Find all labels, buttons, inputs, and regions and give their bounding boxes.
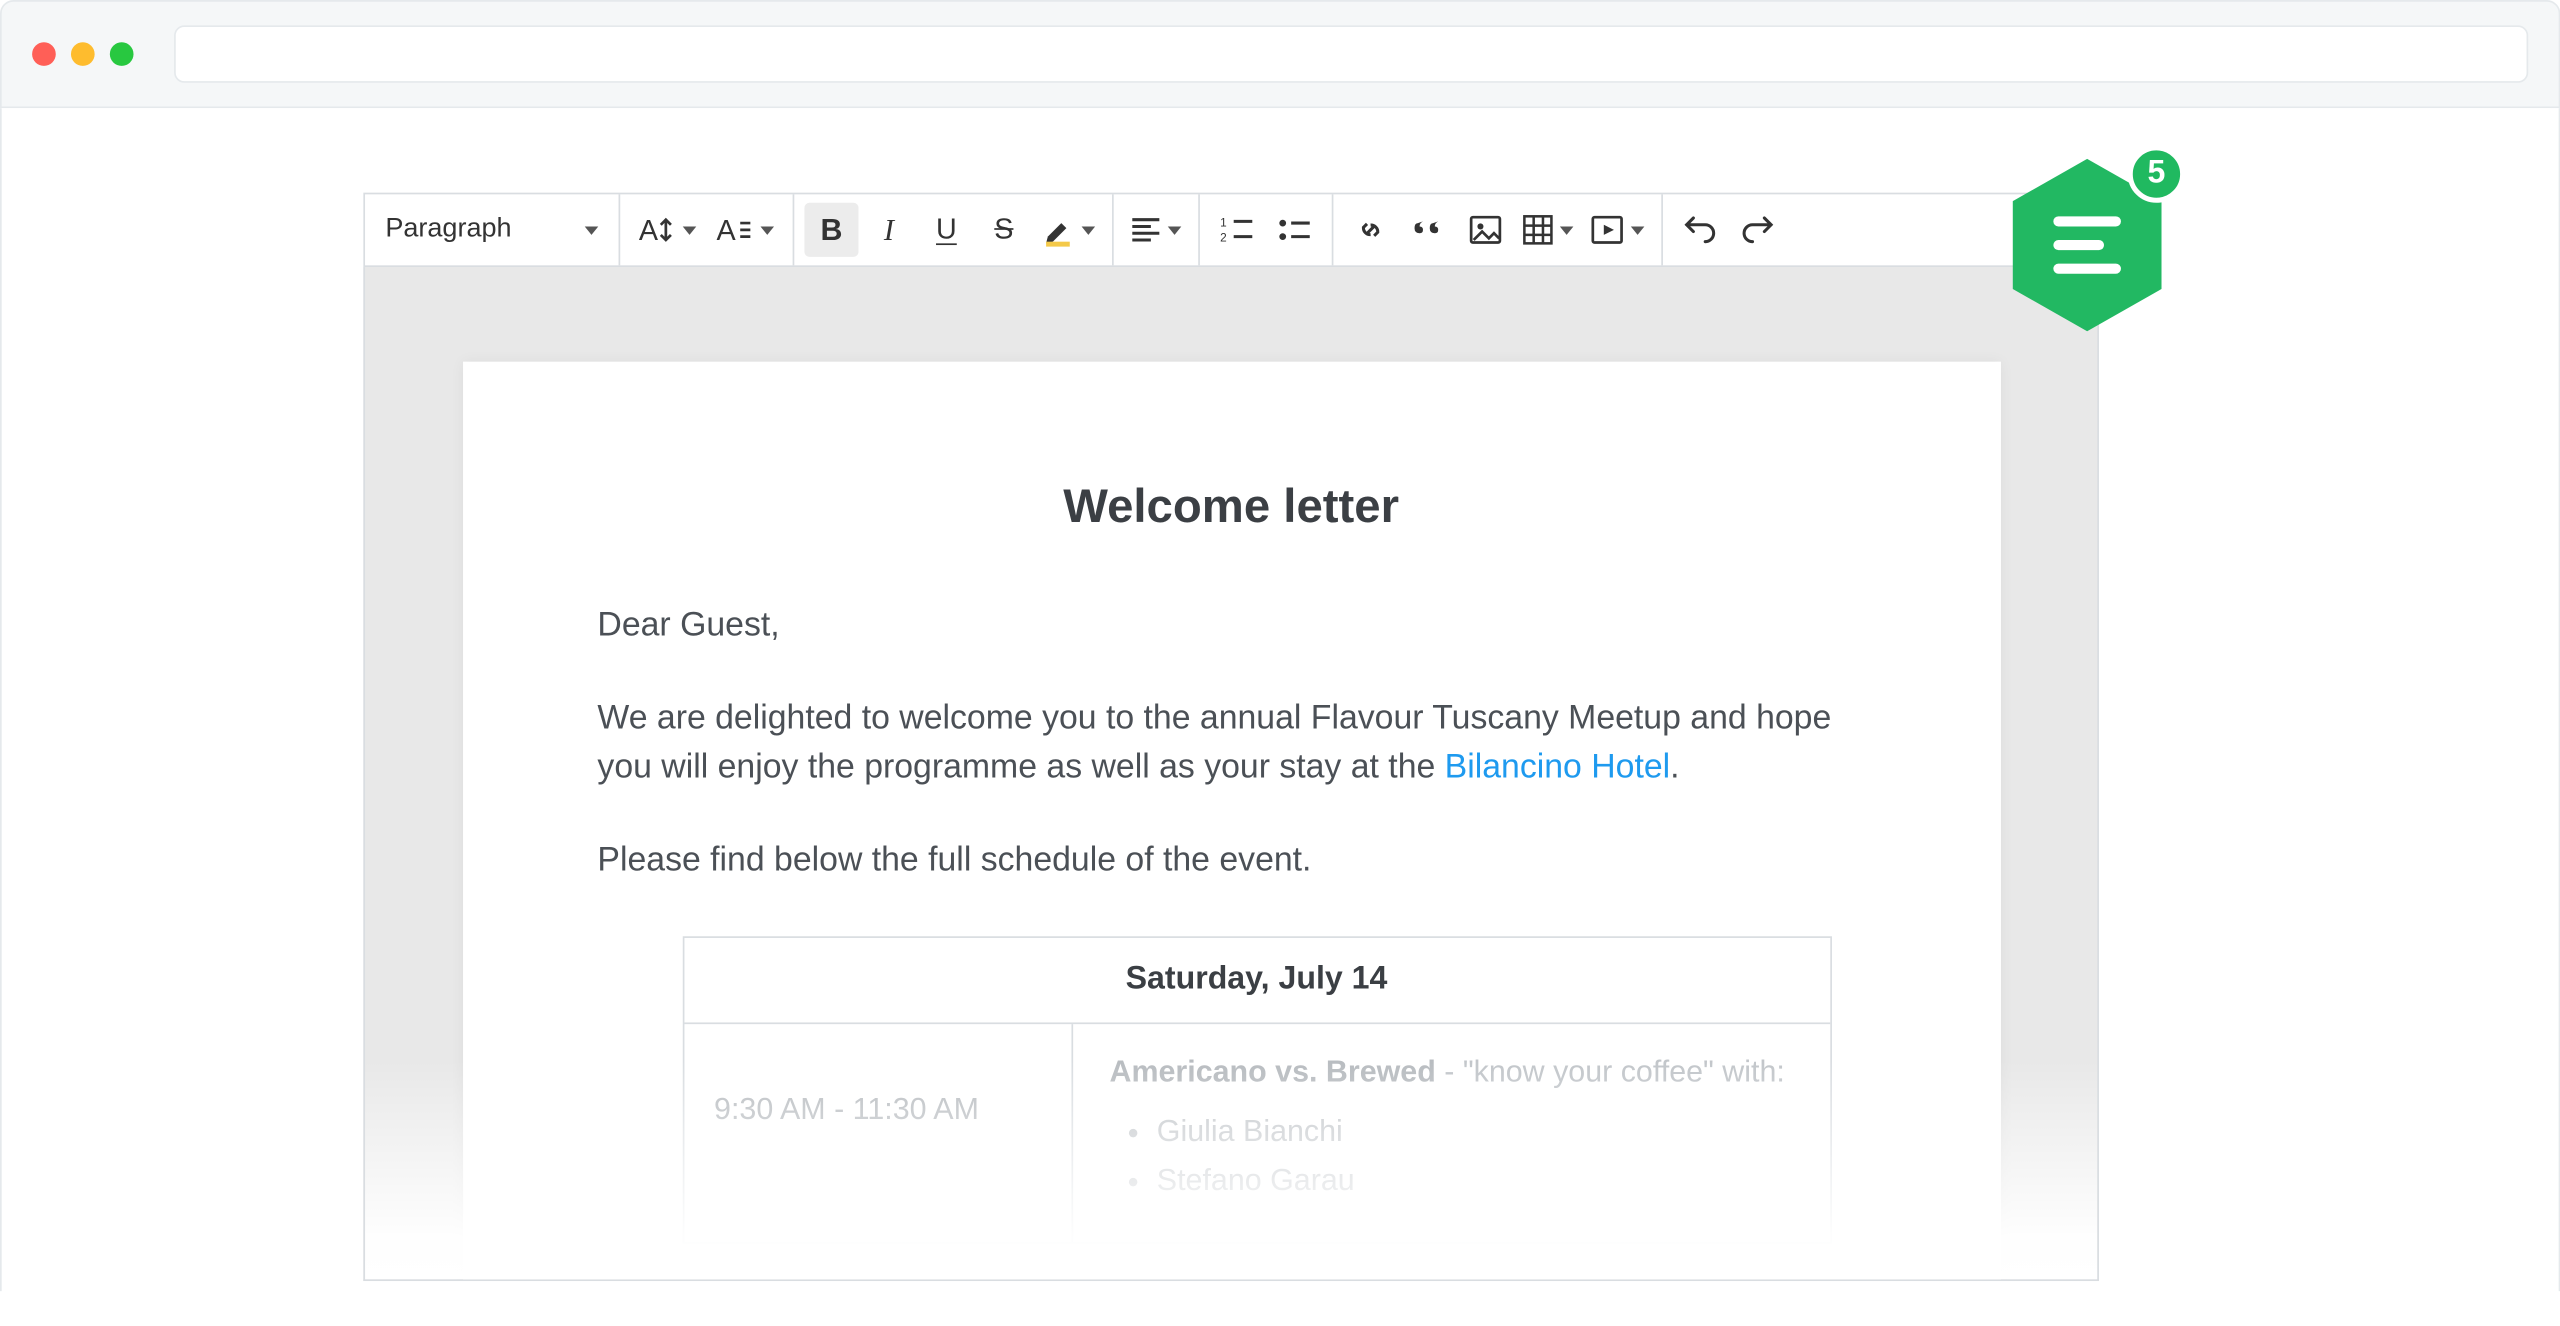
speaker-item[interactable]: Giulia Bianchi <box>1157 1114 1792 1149</box>
media-icon <box>1590 215 1624 245</box>
editor: Paragraph A A <box>363 193 2099 1281</box>
window-controls <box>32 42 133 66</box>
font-size-button[interactable]: A <box>630 203 704 257</box>
svg-text:2: 2 <box>1220 231 1227 244</box>
document-title[interactable]: Welcome letter <box>597 480 1865 534</box>
browser-chrome <box>0 0 2560 108</box>
quote-icon <box>1411 213 1445 247</box>
bulleted-list-icon <box>1278 216 1312 243</box>
image-icon <box>1469 215 1503 245</box>
document-page[interactable]: Welcome letter Dear Guest, We are deligh… <box>462 362 2000 1281</box>
underline-button[interactable]: U <box>919 203 973 257</box>
badge-count: 5 <box>2128 145 2185 202</box>
session-body[interactable]: Americano vs. Brewed - "know your coffee… <box>1072 1024 1829 1242</box>
marker-icon <box>1041 213 1075 247</box>
blockquote-button[interactable] <box>1401 203 1455 257</box>
schedule-table[interactable]: Saturday, July 14 9:30 AM - 11:30 AM Ame… <box>682 936 1831 1244</box>
schedule-row[interactable]: 9:30 AM - 11:30 AM Americano vs. Brewed … <box>684 1024 1830 1242</box>
session-subtitle: - "know your coffee" with: <box>1436 1055 1785 1089</box>
svg-text:A: A <box>717 215 737 247</box>
speaker-list[interactable]: Giulia Bianchi Stefano Garau <box>1109 1114 1792 1199</box>
numbered-list-icon: 1 2 <box>1220 216 1254 243</box>
redo-icon <box>1741 215 1775 245</box>
maximize-window-button[interactable] <box>110 42 134 66</box>
chevron-down-icon <box>585 226 599 234</box>
schedule-intro-paragraph[interactable]: Please find below the full schedule of t… <box>597 837 1865 886</box>
link-icon <box>1354 213 1388 247</box>
svg-text:A: A <box>639 215 659 247</box>
intro-text-post: . <box>1670 749 1679 786</box>
session-title: Americano vs. Brewed <box>1109 1055 1435 1089</box>
media-button[interactable] <box>1584 203 1652 257</box>
bold-button[interactable]: B <box>804 203 858 257</box>
app-canvas: Paragraph A A <box>0 108 2560 1291</box>
bold-icon: B <box>820 212 842 247</box>
font-family-button[interactable]: A <box>708 203 782 257</box>
plugin-badge[interactable]: 5 <box>2003 152 2172 338</box>
intro-paragraph[interactable]: We are delighted to welcome you to the a… <box>597 695 1865 793</box>
greeting-paragraph[interactable]: Dear Guest, <box>597 602 1865 651</box>
font-family-icon: A <box>717 213 754 247</box>
table-button[interactable] <box>1516 203 1580 257</box>
undo-icon <box>1683 215 1717 245</box>
heading-label: Paragraph <box>385 215 511 245</box>
numbered-list-button[interactable]: 1 2 <box>1210 203 1264 257</box>
link-button[interactable] <box>1344 203 1398 257</box>
editor-surface[interactable]: Welcome letter Dear Guest, We are deligh… <box>363 267 2099 1281</box>
bulleted-list-button[interactable] <box>1268 203 1322 257</box>
minimize-window-button[interactable] <box>71 42 95 66</box>
schedule-day-header[interactable]: Saturday, July 14 <box>684 938 1830 1024</box>
close-window-button[interactable] <box>32 42 56 66</box>
italic-button[interactable]: I <box>862 203 916 257</box>
image-button[interactable] <box>1458 203 1512 257</box>
svg-text:1: 1 <box>1220 216 1227 229</box>
strikethrough-button[interactable]: S <box>977 203 1031 257</box>
undo-button[interactable] <box>1673 203 1727 257</box>
redo-button[interactable] <box>1731 203 1785 257</box>
table-icon <box>1523 215 1553 245</box>
url-bar[interactable] <box>174 25 2528 82</box>
italic-icon: I <box>884 212 894 247</box>
font-size-icon: A <box>639 213 676 247</box>
highlight-button[interactable] <box>1034 203 1102 257</box>
underline-icon: U <box>936 213 957 247</box>
speaker-item[interactable]: Stefano Garau <box>1157 1163 1792 1198</box>
hotel-link[interactable]: Bilancino Hotel <box>1445 749 1670 786</box>
strikethrough-icon: S <box>994 213 1013 247</box>
heading-dropdown[interactable]: Paragraph <box>365 215 619 245</box>
session-time[interactable]: 9:30 AM - 11:30 AM <box>684 1024 1073 1242</box>
editor-toolbar: Paragraph A A <box>363 193 2099 267</box>
align-left-icon <box>1131 216 1161 243</box>
align-button[interactable] <box>1124 203 1188 257</box>
